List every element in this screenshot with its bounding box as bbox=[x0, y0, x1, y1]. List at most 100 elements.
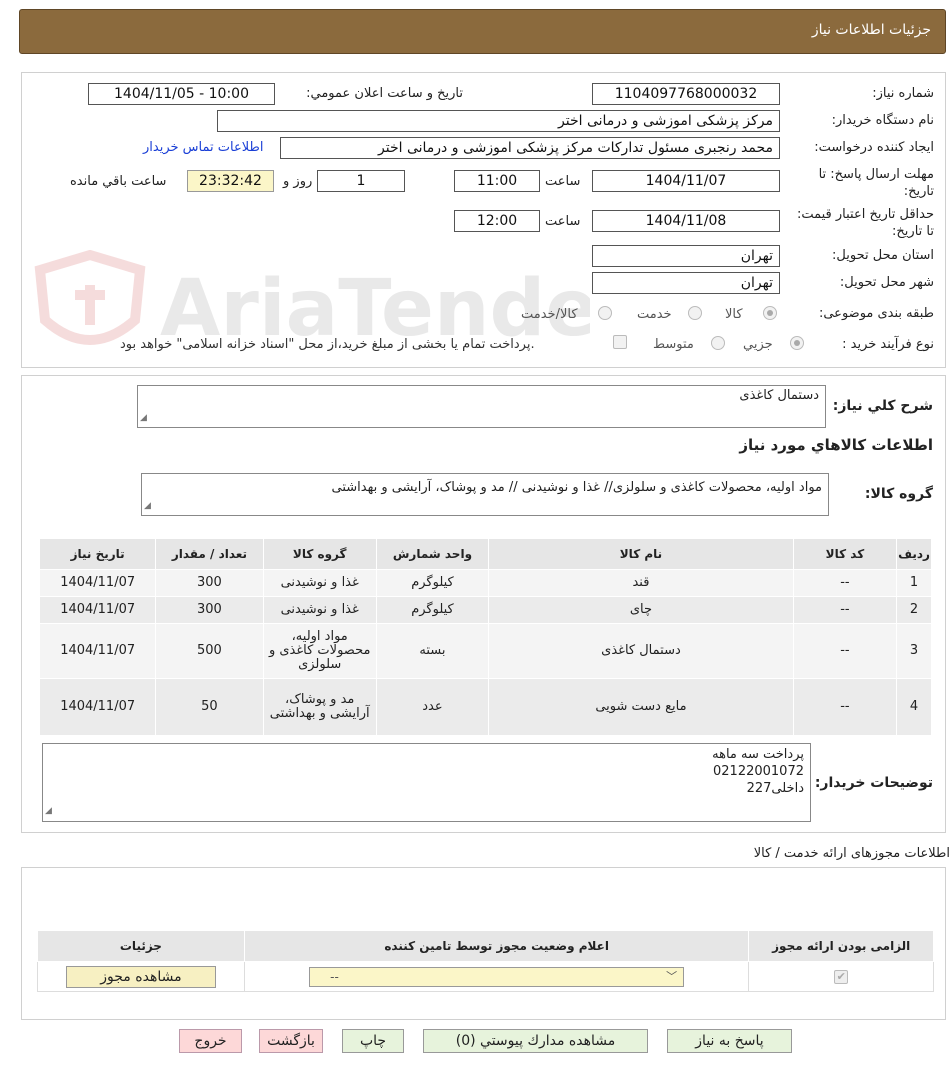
buyer-org-label: نام دستگاه خریدار: bbox=[831, 113, 934, 128]
category-goods-radio[interactable] bbox=[763, 306, 777, 320]
validity-label: حداقل تاریخ اعتبار قیمت: تا تاریخ: bbox=[796, 207, 934, 239]
process-partial-label: جزیي bbox=[743, 337, 773, 352]
category-label: طبقه بندی موضوعی: bbox=[818, 306, 934, 321]
cell-quantity: 500 bbox=[155, 623, 264, 679]
cell-item-name: چای bbox=[488, 596, 794, 624]
need-number-label: شماره نیاز: bbox=[872, 86, 934, 101]
creator-field: محمد رنجبری مسئول تدارکات مرکز پزشکی امو… bbox=[280, 137, 780, 159]
remaining-time-field: 23:32:42 bbox=[187, 170, 274, 192]
process-type-label: نوع فرآیند خرید : bbox=[842, 337, 934, 352]
cell-license-status: ﹀ -- bbox=[243, 961, 750, 992]
buyer-org-field: مرکز پزشکی اموزشی و درمانی اختر bbox=[217, 110, 780, 132]
cell-item-code: -- bbox=[792, 678, 898, 736]
general-desc-label: شرح کلي نیاز: bbox=[832, 398, 933, 414]
col-header-license-details: جزئیات bbox=[37, 930, 245, 962]
cell-quantity: 300 bbox=[155, 596, 264, 624]
goods-group-textarea[interactable]: مواد اولیه، محصولات کاغذی و سلولزی// غذا… bbox=[141, 473, 829, 516]
need-number-field: 1104097768000032 bbox=[592, 83, 780, 105]
city-field: تهران bbox=[592, 272, 780, 294]
treasury-payment-checkbox[interactable] bbox=[613, 335, 627, 349]
license-section-title: اطلاعات مجوزهای ارائه خدمت / کالا bbox=[753, 846, 950, 861]
process-medium-radio[interactable] bbox=[711, 336, 725, 350]
license-required-checkbox[interactable]: ✔ bbox=[834, 969, 849, 984]
cell-item-group: مد و پوشاک، آرایشی و بهداشتی bbox=[262, 678, 377, 736]
cell-item-group: غذا و نوشیدنی bbox=[262, 596, 377, 624]
cell-item-name: دستمال کاغذی bbox=[488, 623, 794, 679]
cell-license-details: مشاهده مجوز bbox=[37, 961, 245, 992]
cell-item-code: -- bbox=[792, 596, 898, 624]
reply-to-need-button[interactable]: پاسخ به نیاز bbox=[667, 1029, 792, 1053]
table-row: ✔ ﹀ -- مشاهده مجوز bbox=[37, 961, 934, 992]
back-button[interactable]: بازگشت bbox=[259, 1029, 323, 1053]
cell-need-date: 1404/11/07 bbox=[38, 569, 157, 597]
cell-need-date: 1404/11/07 bbox=[38, 596, 157, 624]
category-both-label: کالا/خدمت bbox=[521, 307, 578, 322]
cell-unit: کیلوگرم bbox=[375, 596, 490, 624]
deadline-date-field: 1404/11/07 bbox=[592, 170, 780, 192]
col-header-license-required: الزامی بودن ارائه مجوز bbox=[748, 930, 934, 962]
cell-unit: عدد bbox=[375, 678, 490, 736]
license-table: الزامی بودن ارائه مجوز اعلام وضعیت مجوز … bbox=[37, 930, 934, 992]
cell-need-date: 1404/11/07 bbox=[38, 678, 157, 736]
cell-need-date: 1404/11/07 bbox=[38, 623, 157, 679]
deadline-time-field: 11:00 bbox=[454, 170, 540, 192]
validity-date-field: 1404/11/08 bbox=[592, 210, 780, 232]
days-label: روز و bbox=[283, 174, 313, 189]
chevron-down-icon: ﹀ bbox=[666, 969, 678, 983]
cell-unit: کیلوگرم bbox=[375, 569, 490, 597]
category-service-radio[interactable] bbox=[688, 306, 702, 320]
deadline-time-label: ساعت bbox=[545, 174, 581, 189]
buyer-notes-line: داخلی227 bbox=[746, 781, 804, 796]
cell-row-number: 4 bbox=[896, 678, 932, 736]
buyer-contact-link[interactable]: اطلاعات تماس خریدار bbox=[143, 140, 263, 155]
col-header-quantity: تعداد / مقدار bbox=[155, 538, 264, 570]
goods-group-label: گروه کالا: bbox=[864, 486, 933, 502]
cell-quantity: 50 bbox=[155, 678, 264, 736]
creator-label: ایجاد کننده درخواست: bbox=[814, 140, 934, 155]
col-header-unit: واحد شمارش bbox=[375, 538, 490, 570]
goods-group-text: مواد اولیه، محصولات کاغذی و سلولزی// غذا… bbox=[331, 480, 822, 495]
col-header-item-group: گروه کالا bbox=[262, 538, 377, 570]
deadline-label: مهلت ارسال پاسخ: تا تاریخ: bbox=[818, 167, 934, 199]
cell-item-name: قند bbox=[488, 569, 794, 597]
license-status-select[interactable]: ﹀ -- bbox=[309, 966, 685, 987]
col-header-need-date: تاریخ نیاز bbox=[38, 538, 157, 570]
page-header-bar: جزئیات اطلاعات نیاز bbox=[19, 9, 946, 54]
days-field: 1 bbox=[317, 170, 405, 192]
buyer-notes-textarea[interactable]: پرداخت سه ماهه 02122001072 داخلی227 ◢ bbox=[42, 743, 811, 822]
print-button[interactable]: چاپ bbox=[342, 1029, 404, 1053]
exit-button[interactable]: خروج bbox=[179, 1029, 242, 1053]
city-label: شهر محل تحویل: bbox=[839, 275, 934, 290]
table-row: 1 -- قند کیلوگرم غذا و نوشیدنی 300 1404/… bbox=[38, 569, 932, 597]
view-attachments-button[interactable]: مشاهده مدارك پيوستي (0) bbox=[423, 1029, 648, 1053]
cell-item-code: -- bbox=[792, 623, 898, 679]
cell-item-name: مایع دست شویی bbox=[488, 678, 794, 736]
category-goods-label: کالا bbox=[725, 307, 743, 322]
general-desc-textarea[interactable]: دستمال کاغذی ◢ bbox=[137, 385, 826, 428]
remaining-time-label: ساعت باقي مانده bbox=[70, 174, 167, 189]
cell-row-number: 1 bbox=[896, 569, 932, 597]
province-field: تهران bbox=[592, 245, 780, 267]
announce-date-field: 1404/11/05 - 10:00 bbox=[88, 83, 275, 105]
col-header-item-code: کد کالا bbox=[792, 538, 898, 570]
category-both-radio[interactable] bbox=[598, 306, 612, 320]
table-row: 2 -- چای کیلوگرم غذا و نوشیدنی 300 1404/… bbox=[38, 596, 932, 624]
validity-time-field: 12:00 bbox=[454, 210, 540, 232]
validity-time-label: ساعت bbox=[545, 214, 581, 229]
col-header-item-name: نام کالا bbox=[488, 538, 794, 570]
process-partial-radio[interactable] bbox=[790, 336, 804, 350]
page-title: جزئیات اطلاعات نیاز bbox=[811, 22, 931, 38]
table-row: 3 -- دستمال کاغذی بسته مواد اولیه، محصول… bbox=[38, 623, 932, 679]
license-table-header-row: الزامی بودن ارائه مجوز اعلام وضعیت مجوز … bbox=[37, 930, 934, 962]
goods-table: ردیف کد کالا نام کالا واحد شمارش گروه کا… bbox=[38, 538, 932, 736]
general-desc-text: دستمال کاغذی bbox=[739, 388, 819, 403]
col-header-license-status: اعلام وضعیت مجوز توسط تامین کننده bbox=[243, 930, 750, 962]
category-service-label: خدمت bbox=[637, 307, 672, 322]
view-license-button[interactable]: مشاهده مجوز bbox=[65, 965, 216, 988]
resize-grip-icon: ◢ bbox=[140, 413, 147, 423]
goods-info-title: اطلاعات کالاهاي مورد نياز bbox=[739, 436, 933, 454]
resize-grip-icon: ◢ bbox=[144, 501, 151, 511]
buyer-notes-line: 02122001072 bbox=[713, 764, 804, 779]
cell-item-group: مواد اولیه، محصولات کاغذی و سلولزی bbox=[262, 623, 377, 679]
announce-date-label: تاریخ و ساعت اعلان عمومي: bbox=[306, 86, 463, 101]
